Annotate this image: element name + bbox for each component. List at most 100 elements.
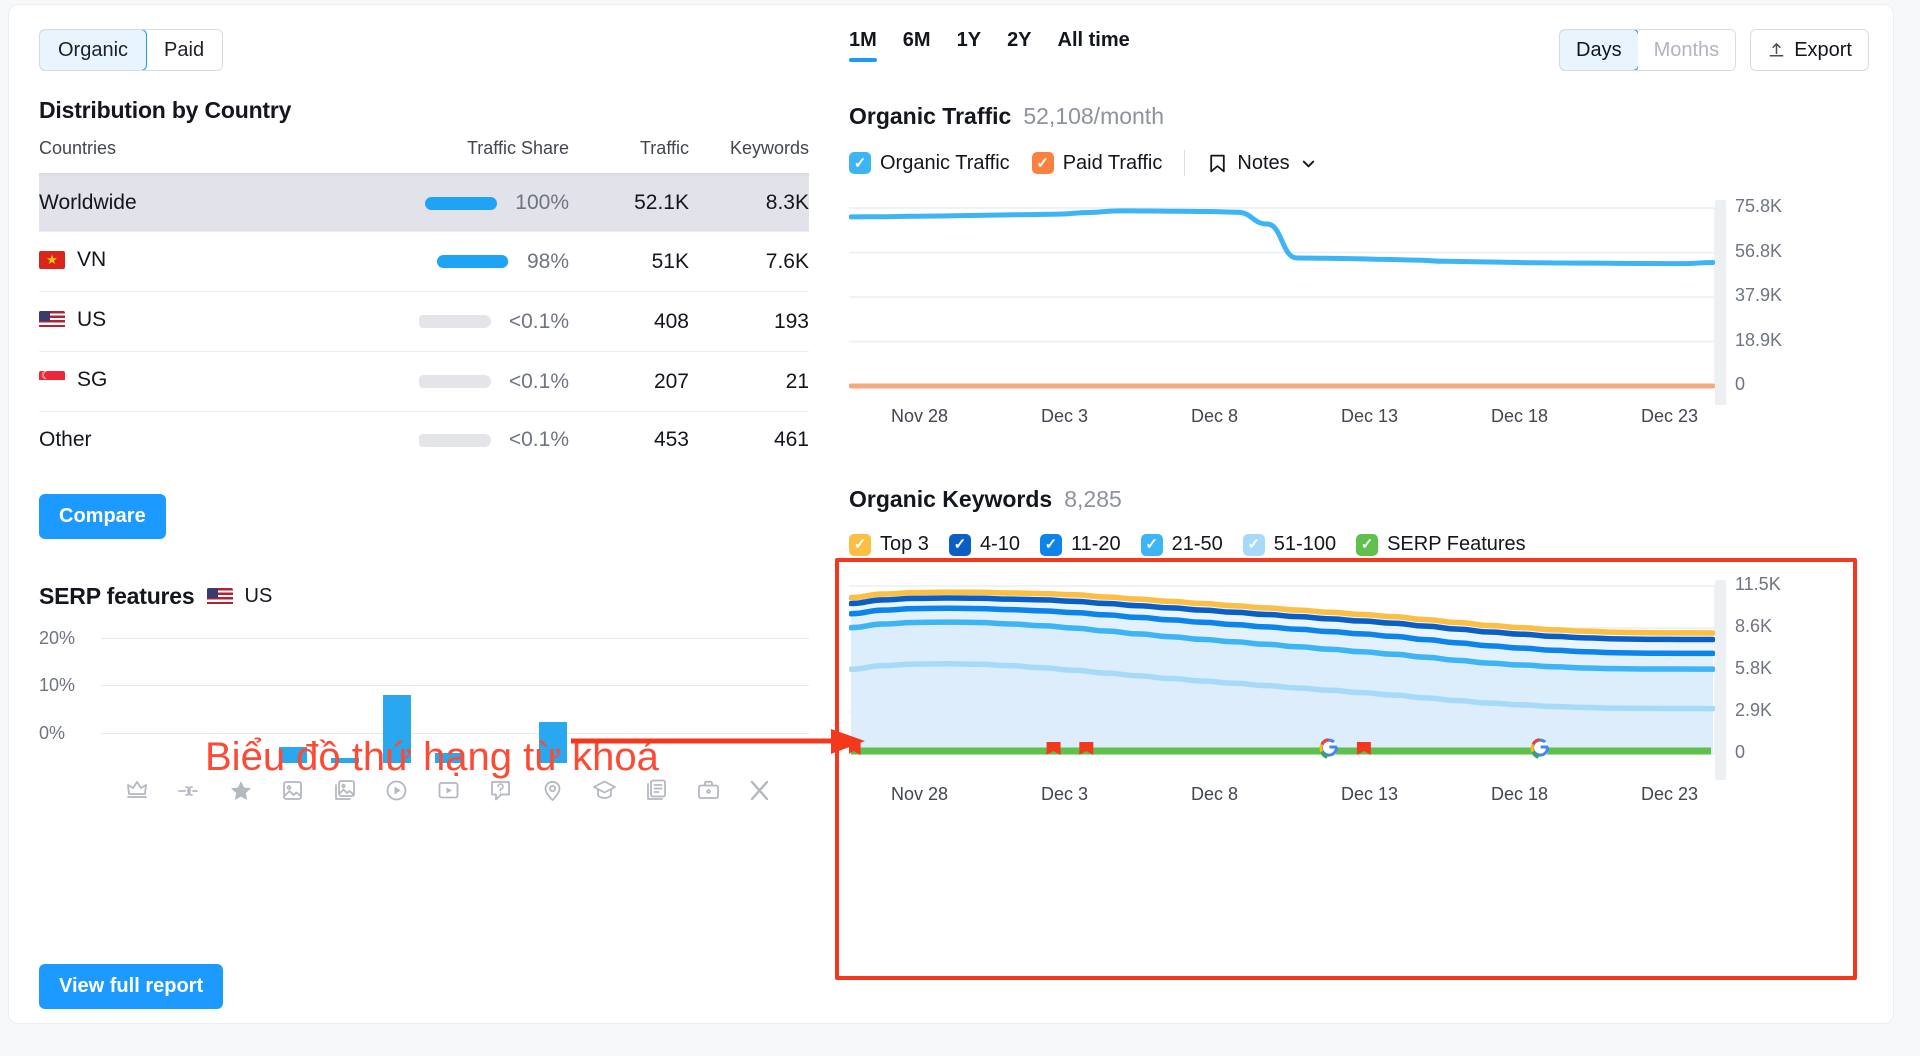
cell-keywords[interactable]: 7.6K <box>689 232 809 292</box>
checkbox-serp-features[interactable]: ✓ <box>1356 534 1378 556</box>
legend-organic-traffic[interactable]: ✓ Organic Traffic <box>849 152 1010 175</box>
range-tab-2y[interactable]: 2Y <box>1007 29 1031 62</box>
cell-traffic[interactable]: 408 <box>569 292 689 352</box>
organic-paid-toggle[interactable]: Organic Paid <box>39 29 223 71</box>
days-months-toggle[interactable]: Days Months <box>1559 29 1736 71</box>
cell-traffic-share: 100% <box>339 174 569 232</box>
related-searches-icon[interactable] <box>644 778 670 804</box>
toggle-days[interactable]: Days <box>1559 29 1639 71</box>
country-name: Other <box>39 428 92 451</box>
cell-traffic[interactable]: 207 <box>569 352 689 412</box>
sitelinks-icon[interactable] <box>176 778 202 804</box>
video-icon[interactable] <box>384 778 410 804</box>
featured-snippet-icon[interactable] <box>124 778 150 804</box>
image-icon[interactable] <box>280 778 306 804</box>
country-name: SG <box>77 368 107 392</box>
image-icon-slot <box>267 778 319 804</box>
tab-organic[interactable]: Organic <box>39 29 147 71</box>
range-tab-all-time[interactable]: All time <box>1058 29 1130 62</box>
table-row[interactable]: SG<0.1%20721 <box>39 352 809 412</box>
cell-country: VN <box>39 232 339 292</box>
faq-icon[interactable] <box>488 778 514 804</box>
serp-ytick-10: 10% <box>39 675 75 696</box>
keywords-legend: ✓Top 3✓4-10✓11-20✓21-50✓51-100✓SERP Feat… <box>849 533 1869 556</box>
featured-snippet-icon-slot <box>111 778 163 804</box>
traffic-xtick: Dec 23 <box>1641 406 1698 427</box>
traffic-share-bar <box>419 434 491 447</box>
legend-label: 4-10 <box>980 533 1020 556</box>
jobs-icon[interactable] <box>696 778 722 804</box>
legend-label: SERP Features <box>1387 533 1526 556</box>
cell-traffic: 52.1K <box>569 174 689 232</box>
us-flag-icon <box>207 588 233 606</box>
knowledge-panel-icon-slot <box>579 778 631 804</box>
faq-icon-slot <box>475 778 527 804</box>
legend-label: 51-100 <box>1274 533 1336 556</box>
tab-paid[interactable]: Paid <box>146 30 222 70</box>
video-carousel-icon[interactable] <box>436 778 462 804</box>
reviews-icon[interactable] <box>228 778 254 804</box>
toggle-months[interactable]: Months <box>1638 30 1736 70</box>
range-tab-1y[interactable]: 1Y <box>957 29 981 62</box>
checkbox-top-3[interactable]: ✓ <box>849 534 871 556</box>
knowledge-panel-icon[interactable] <box>592 778 618 804</box>
legend-11-20[interactable]: ✓11-20 <box>1040 533 1121 556</box>
granularity-and-export: Days Months Export <box>1559 29 1869 71</box>
export-button[interactable]: Export <box>1750 29 1869 71</box>
distribution-by-country-title: Distribution by Country <box>39 97 799 124</box>
video-carousel-icon-slot <box>423 778 475 804</box>
table-row[interactable]: Worldwide100%52.1K8.3K <box>39 174 809 232</box>
seo-overview-card: Organic Paid Distribution by Country Cou… <box>8 4 1894 1024</box>
compare-button[interactable]: Compare <box>39 494 166 539</box>
keywords-xtick: Dec 3 <box>1041 784 1088 805</box>
cell-keywords[interactable]: 193 <box>689 292 809 352</box>
table-row[interactable]: VN98%51K7.6K <box>39 232 809 292</box>
legend-4-10[interactable]: ✓ 4-10 <box>949 533 1020 556</box>
traffic-line-svg <box>849 200 1729 415</box>
view-full-report-button[interactable]: View full report <box>39 964 223 1009</box>
legend-top-3[interactable]: ✓Top 3 <box>849 533 929 556</box>
range-tab-1m[interactable]: 1M <box>849 29 877 62</box>
traffic-chart-scroll-indicator[interactable] <box>1715 200 1726 405</box>
checkbox-21-50[interactable]: ✓ <box>1141 534 1163 556</box>
image-pack-icon[interactable] <box>332 778 358 804</box>
checkbox-paid-traffic[interactable]: ✓ <box>1032 152 1054 174</box>
export-label: Export <box>1794 39 1852 62</box>
date-range-tabs[interactable]: 1M 6M 1Y 2Y All time <box>849 29 1130 62</box>
cell-traffic[interactable]: 51K <box>569 232 689 292</box>
traffic-ytick: 0 <box>1735 374 1745 395</box>
checkbox-51-100[interactable]: ✓ <box>1243 534 1265 556</box>
traffic-xtick: Nov 28 <box>891 406 948 427</box>
legend-serp-features[interactable]: ✓ SERP Features <box>1356 533 1526 556</box>
cell-keywords[interactable]: 21 <box>689 352 809 412</box>
cell-keywords: 8.3K <box>689 174 809 232</box>
legend-51-100[interactable]: ✓ 51-100 <box>1243 533 1336 556</box>
table-row[interactable]: US<0.1%408193 <box>39 292 809 352</box>
legend-21-50[interactable]: ✓21-50 <box>1141 533 1223 556</box>
keywords-chart-scroll-indicator[interactable] <box>1715 580 1726 780</box>
checkbox-4-10[interactable]: ✓ <box>949 534 971 556</box>
organic-traffic-value: 52,108/month <box>1023 103 1164 130</box>
country-name: VN <box>77 248 106 272</box>
range-tab-6m[interactable]: 6M <box>903 29 931 62</box>
organic-keywords-title: Organic Keywords <box>849 486 1052 513</box>
country-flag-icon <box>39 251 65 269</box>
checkbox-11-20[interactable]: ✓ <box>1040 534 1062 556</box>
local-pack-icon[interactable] <box>540 778 566 804</box>
cell-traffic-share: <0.1% <box>339 412 569 469</box>
twitter-icon-slot <box>735 778 787 804</box>
legend-paid-traffic[interactable]: ✓ Paid Traffic <box>1032 152 1163 175</box>
keywords-ytick: 2.9K <box>1735 700 1772 721</box>
notes-label: Notes <box>1237 152 1289 175</box>
left-panel: Organic Paid Distribution by Country Cou… <box>39 29 799 763</box>
cell-traffic: 453 <box>569 412 689 469</box>
country-name: US <box>77 308 106 332</box>
traffic-xtick: Dec 13 <box>1341 406 1398 427</box>
upload-icon <box>1767 41 1786 60</box>
twitter-icon[interactable] <box>748 778 774 804</box>
organic-keywords-header: Organic Keywords 8,285 <box>849 486 1869 513</box>
checkbox-organic-traffic[interactable]: ✓ <box>849 152 871 174</box>
table-row[interactable]: Other<0.1%453461 <box>39 412 809 469</box>
country-rows: Worldwide100%52.1K8.3KVN98%51K7.6KUS<0.1… <box>39 174 809 468</box>
notes-dropdown[interactable]: Notes <box>1207 152 1317 175</box>
